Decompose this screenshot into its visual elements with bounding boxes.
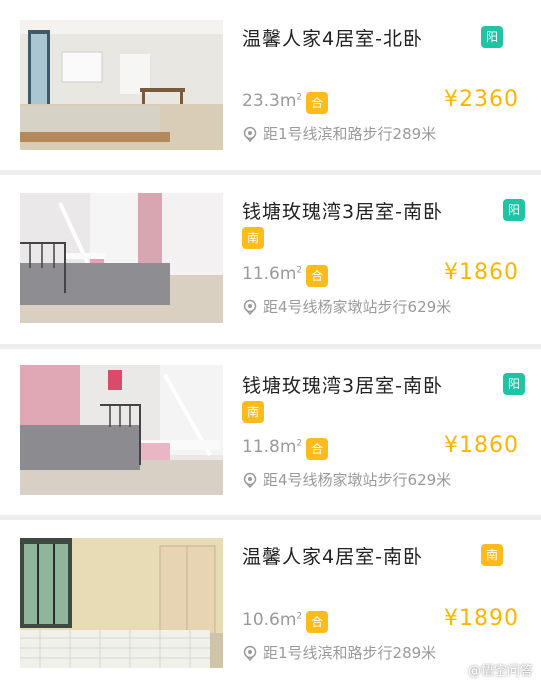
- shared-tag: 合: [306, 92, 328, 114]
- listing-title[interactable]: 温馨人家4居室-北卧: [242, 24, 423, 51]
- area-unit-sup: 2: [296, 265, 303, 276]
- location-row: 距4号线杨家墩站步行629米: [242, 469, 451, 490]
- sunny-tag: 阳: [503, 373, 525, 395]
- location-row: 距1号线滨和路步行289米: [242, 642, 436, 663]
- room-photo[interactable]: [20, 538, 223, 668]
- room-photo-image: [20, 538, 223, 668]
- listing-price: ¥1860: [444, 433, 519, 458]
- location-text: 距4号线杨家墩站步行629米: [263, 298, 452, 316]
- listing-price: ¥1890: [444, 606, 519, 631]
- location-row: 距4号线杨家墩站步行629米: [242, 296, 451, 317]
- watermark: @悟空问答: [467, 664, 533, 679]
- room-photo-image: [20, 20, 223, 150]
- sunny-tag: 阳: [503, 199, 525, 221]
- room-area: 23.3m2: [242, 91, 302, 111]
- area-unit-sup: 2: [296, 92, 303, 103]
- location-text: 距1号线滨和路步行289米: [263, 644, 437, 662]
- listing-title[interactable]: 钱塘玫瑰湾3居室-南卧: [242, 371, 443, 398]
- location-text: 距4号线杨家墩站步行629米: [263, 471, 452, 489]
- room-area: 10.6m2: [242, 610, 302, 630]
- listing-card[interactable]: 钱塘玫瑰湾3居室-南卧 阳 南 11.8m2 合 ¥1860 距4号线杨家墩站步…: [0, 349, 541, 521]
- listing-card[interactable]: 温馨人家4居室-北卧 阳 23.3m2 合 ¥2360 距1号线滨和路步行289…: [0, 0, 541, 172]
- area-unit-sup: 2: [296, 438, 303, 449]
- listing-title[interactable]: 钱塘玫瑰湾3居室-南卧: [242, 197, 443, 224]
- shared-tag: 合: [306, 438, 328, 460]
- location-pin-icon: [243, 299, 257, 315]
- listing-card[interactable]: 温馨人家4居室-南卧 南 10.6m2 合 ¥1890 距1号线滨和路步行289…: [0, 520, 541, 692]
- room-photo[interactable]: [20, 20, 223, 150]
- area-value: 11.8m: [242, 437, 297, 457]
- listing-price: ¥2360: [444, 87, 519, 112]
- area-value: 23.3m: [242, 91, 297, 111]
- listing-title[interactable]: 温馨人家4居室-南卧: [242, 542, 423, 569]
- listing-card[interactable]: 钱塘玫瑰湾3居室-南卧 阳 南 11.6m2 合 ¥1860 距4号线杨家墩站步…: [0, 175, 541, 347]
- room-photo-image: [20, 193, 223, 323]
- room-area: 11.8m2: [242, 437, 302, 457]
- south-facing-tag: 南: [481, 544, 503, 566]
- room-photo-image: [20, 365, 223, 495]
- location-pin-icon: [243, 472, 257, 488]
- area-value: 10.6m: [242, 610, 297, 630]
- area-unit-sup: 2: [296, 611, 303, 622]
- south-facing-tag: 南: [242, 401, 264, 423]
- listing-price: ¥1860: [444, 260, 519, 285]
- room-area: 11.6m2: [242, 264, 302, 284]
- sunny-tag: 阳: [481, 26, 503, 48]
- location-pin-icon: [243, 645, 257, 661]
- south-facing-tag: 南: [242, 227, 264, 249]
- area-value: 11.6m: [242, 264, 297, 284]
- location-row: 距1号线滨和路步行289米: [242, 123, 436, 144]
- shared-tag: 合: [306, 265, 328, 287]
- room-photo[interactable]: [20, 193, 223, 323]
- room-photo[interactable]: [20, 365, 223, 495]
- location-pin-icon: [243, 126, 257, 142]
- location-text: 距1号线滨和路步行289米: [263, 125, 437, 143]
- shared-tag: 合: [306, 611, 328, 633]
